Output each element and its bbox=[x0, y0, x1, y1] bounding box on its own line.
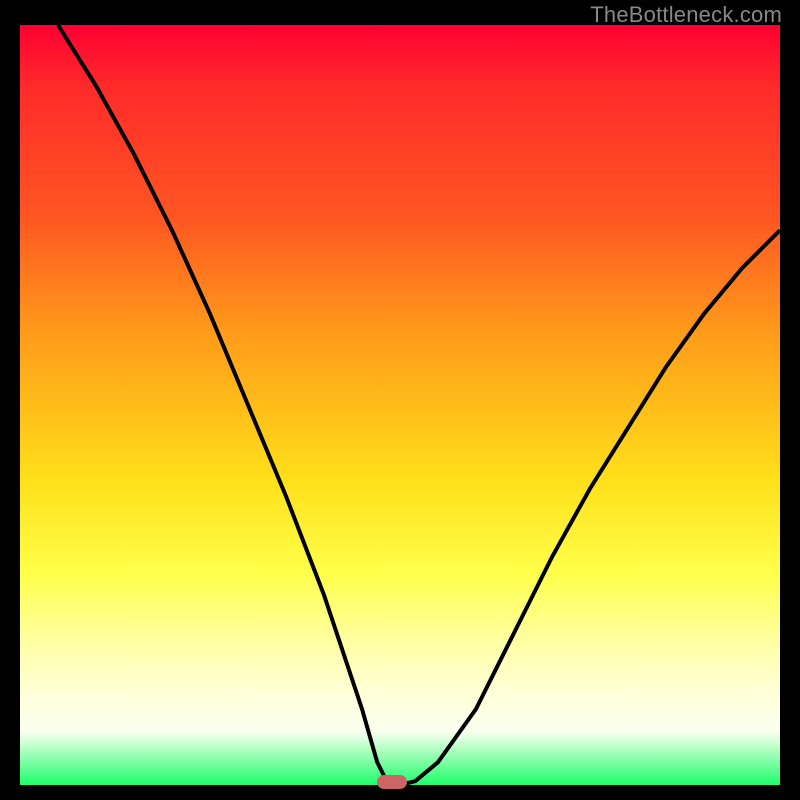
plot-area bbox=[20, 25, 780, 785]
bottleneck-curve bbox=[20, 25, 780, 785]
chart-frame: TheBottleneck.com bbox=[0, 0, 800, 800]
optimal-point-marker bbox=[377, 775, 407, 789]
curve-path bbox=[58, 25, 780, 785]
